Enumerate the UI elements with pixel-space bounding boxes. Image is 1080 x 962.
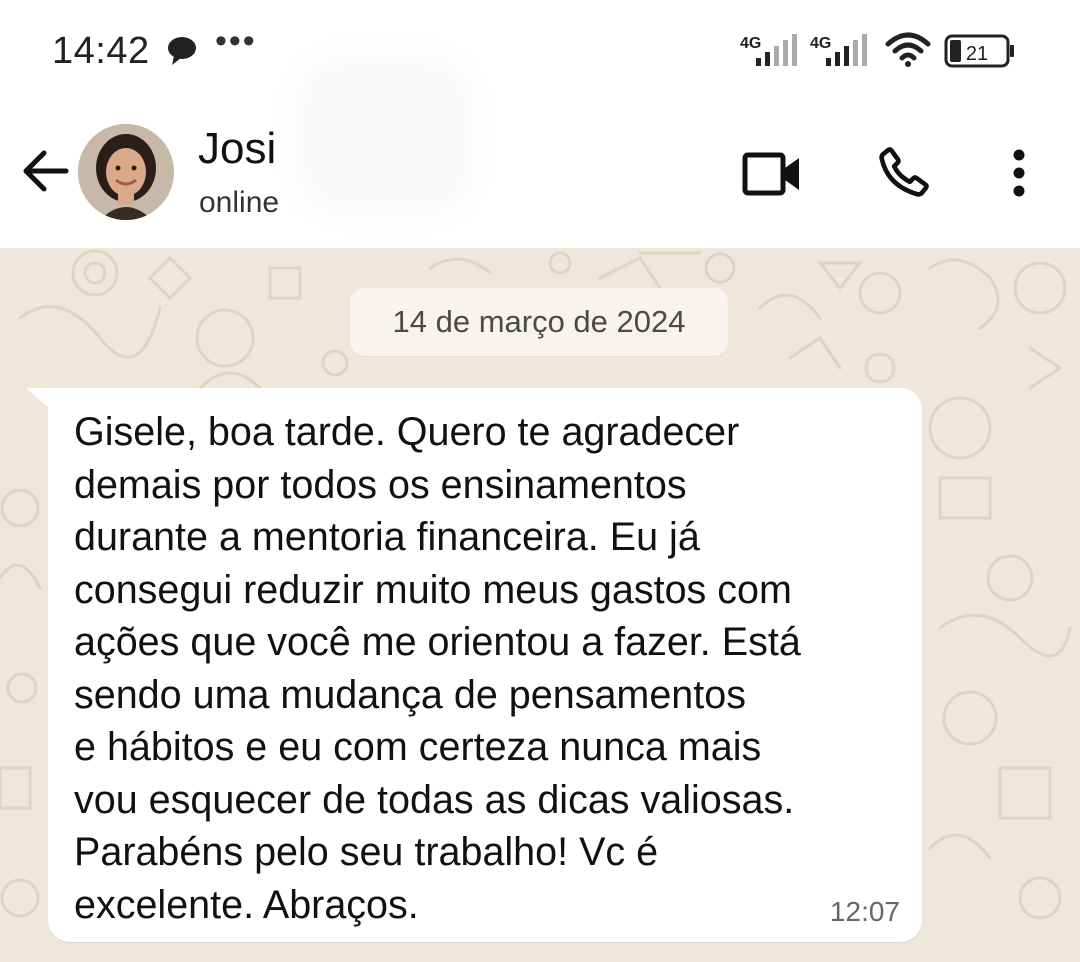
contact-status: online xyxy=(199,186,280,219)
back-arrow-icon[interactable] xyxy=(20,148,70,199)
wifi-icon xyxy=(885,32,931,67)
message-bubble[interactable]: Gisele, boa tarde. Quero te agradecer de… xyxy=(48,388,922,942)
battery-icon: 21 xyxy=(944,34,1014,68)
more-vertical-icon[interactable] xyxy=(1006,148,1032,203)
video-call-icon[interactable] xyxy=(742,150,802,203)
status-more-icon: ••• xyxy=(215,22,257,60)
message-time: 12:07 xyxy=(829,896,900,927)
status-bar: 14:42 ••• 4G 4G 21 xyxy=(0,0,1080,100)
phone-icon[interactable] xyxy=(876,144,932,205)
network-1-label: 4G xyxy=(740,35,761,52)
signal-2-icon: 4G xyxy=(810,34,867,66)
blurred-region xyxy=(300,60,470,210)
date-separator: 14 de março de 2024 xyxy=(350,288,728,356)
contact-avatar[interactable] xyxy=(78,124,174,220)
chat-area[interactable]: 14 de março de 2024 Gisele, boa tarde. Q… xyxy=(0,248,1080,962)
network-2-label: 4G xyxy=(810,35,831,52)
battery-level: 21 xyxy=(966,43,988,65)
contact-name[interactable]: Josi xyxy=(198,124,276,174)
status-time: 14:42 xyxy=(52,30,150,72)
chat-header: Josi online xyxy=(0,60,1080,248)
message-text: Gisele, boa tarde. Quero te agradecer de… xyxy=(74,410,801,927)
chat-bubble-icon xyxy=(166,36,198,71)
status-indicators: 4G 4G 21 xyxy=(740,30,1030,74)
signal-1-icon: 4G xyxy=(740,34,797,66)
